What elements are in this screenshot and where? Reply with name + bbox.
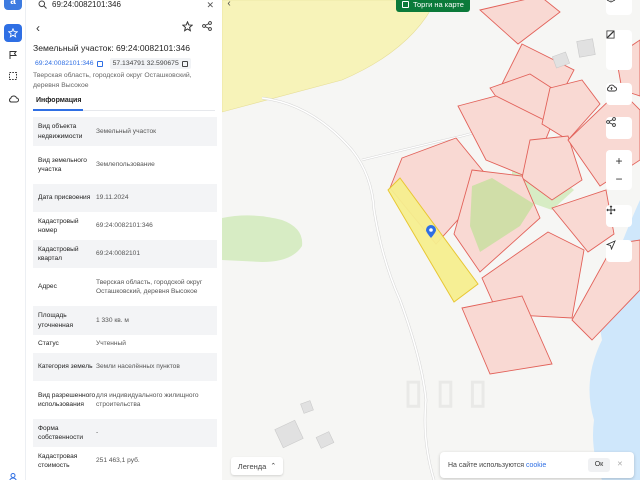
- favorite-star-icon[interactable]: [182, 21, 193, 32]
- favorites-icon[interactable]: [4, 24, 22, 42]
- table-row: Кадастровый квартал 69:24:0082101: [33, 240, 217, 268]
- cookie-text: На сайте используются: [448, 461, 524, 469]
- cookie-banner: На сайте используются cookie Ок ✕: [440, 452, 634, 478]
- row-value: -: [96, 429, 99, 437]
- cookie-link[interactable]: cookie: [526, 462, 546, 469]
- cadastral-number-text: 69:24:0082101:346: [35, 60, 94, 67]
- identifier-chips: 69:24:0082101:346 57.134791 32.590675: [33, 58, 191, 69]
- app-logo-icon[interactable]: a: [4, 0, 22, 10]
- upload-button[interactable]: [606, 83, 632, 105]
- share-icon: [606, 117, 616, 127]
- row-value: Земли населённых пунктов: [96, 363, 180, 371]
- row-value: 69:24:0082101: [96, 250, 141, 258]
- chevron-up-icon: ⌃: [270, 463, 277, 470]
- table-row: Кадастровый номер 69:24:0082101:346: [33, 212, 217, 240]
- collapse-panel-icon[interactable]: ‹: [222, 0, 236, 10]
- torgi-toggle[interactable]: Торги на карте: [396, 0, 470, 12]
- row-key: Статус: [38, 340, 59, 348]
- row-value: Учтенный: [96, 340, 126, 348]
- share-map-button[interactable]: [606, 117, 632, 139]
- table-row: Категория земель Земли населённых пунктов: [33, 353, 217, 381]
- row-key: Категория земель: [38, 363, 93, 371]
- table-row: Вид земельного участка Землепользование: [33, 146, 217, 184]
- close-icon[interactable]: ✕: [617, 460, 623, 468]
- zoom-out-icon[interactable]: −: [615, 173, 622, 185]
- cookie-ok-button[interactable]: Ок: [588, 458, 610, 472]
- row-key: Форма собственности: [38, 424, 84, 442]
- info-table: Вид объекта недвижимости Земельный участо…: [33, 117, 217, 475]
- table-row: Адрес Тверская область, городской округ О…: [33, 268, 217, 306]
- left-rail: a: [0, 0, 26, 480]
- row-value: 251 463,1 руб.: [96, 457, 140, 465]
- table-row: Вид разрешенного использования для индиви…: [33, 381, 217, 419]
- cloud-upload-icon: [607, 84, 617, 92]
- pan-button[interactable]: [606, 205, 632, 227]
- table-row: Вид объекта недвижимости Земельный участо…: [33, 117, 217, 146]
- layers-button[interactable]: [606, 0, 632, 15]
- torgi-label: Торги на карте: [413, 0, 464, 9]
- navigation-arrow-icon: [606, 240, 616, 250]
- copy-icon[interactable]: [96, 60, 103, 67]
- flag-icon[interactable]: [4, 46, 22, 64]
- row-key: Кадастровая стоимость: [38, 452, 78, 470]
- checkbox-icon[interactable]: [402, 0, 409, 8]
- info-panel: 69:24:0082101:346 ✕ ‹ Земельный участок:…: [26, 0, 222, 480]
- cloud-icon[interactable]: [4, 90, 22, 108]
- table-row: Форма собственности -: [33, 419, 217, 447]
- edit-icon[interactable]: [606, 30, 615, 39]
- move-icon: [606, 205, 616, 215]
- coords-chip[interactable]: 57.134791 32.590675: [109, 58, 191, 69]
- row-value: Тверская область, городской округ Осташк…: [96, 278, 203, 296]
- row-value: 69:24:0082101:346: [96, 222, 153, 230]
- zoom-controls[interactable]: + −: [606, 150, 632, 190]
- row-value: 19.11.2024: [96, 194, 129, 202]
- row-value: для индивидуального жилищного строительс…: [96, 391, 199, 409]
- back-icon[interactable]: ‹: [36, 21, 40, 35]
- close-icon[interactable]: ✕: [206, 0, 214, 10]
- row-key: Адрес: [38, 283, 57, 291]
- row-value: Землепользование: [96, 161, 155, 169]
- legend-button[interactable]: Легенда ⌃: [231, 457, 283, 475]
- row-value: Земельный участок: [96, 127, 157, 135]
- row-key: Дата присвоения: [38, 194, 91, 202]
- share-icon[interactable]: [202, 21, 212, 31]
- active-tab-indicator: [33, 109, 83, 111]
- legend-label: Легенда: [237, 461, 267, 471]
- layers-icon: [606, 0, 616, 3]
- tabs-bar: Информация: [33, 94, 215, 111]
- row-key: Вид разрешенного использования: [38, 391, 96, 409]
- row-key: Кадастровый номер: [38, 217, 79, 235]
- user-icon[interactable]: [4, 468, 22, 480]
- zoom-in-icon[interactable]: +: [615, 155, 622, 167]
- geolocate-button[interactable]: [606, 240, 632, 262]
- parcel-title: Земельный участок: 69:24:0082101:346: [33, 43, 191, 53]
- search-icon: [38, 0, 47, 9]
- search-bar[interactable]: 69:24:0082101:346 ✕: [26, 0, 222, 14]
- location-pin-icon[interactable]: [425, 225, 437, 239]
- row-key: Кадастровый квартал: [38, 245, 79, 263]
- row-key: Вид земельного участка: [38, 156, 87, 174]
- cadastral-number-chip[interactable]: 69:24:0082101:346: [33, 58, 105, 69]
- map-view[interactable]: ‹ Торги на карте ▯ ▯ ▯ + − Легенда ⌃ На …: [222, 0, 640, 480]
- table-row: Статус Учтенный: [33, 335, 217, 353]
- table-row: Кадастровая стоимость 251 463,1 руб.: [33, 447, 217, 475]
- row-key: Площадь уточненная: [38, 312, 74, 329]
- row-key: Вид объекта недвижимости: [38, 123, 83, 140]
- table-row: Площадь уточненная 1 330 кв. м: [33, 306, 217, 335]
- watermark: ▯ ▯ ▯: [404, 373, 490, 411]
- search-input[interactable]: 69:24:0082101:346: [52, 0, 121, 10]
- coords-text: 57.134791 32.590675: [112, 60, 179, 67]
- select-area-icon[interactable]: [4, 67, 22, 85]
- parcel-address: Тверская область, городской округ Осташк…: [33, 72, 192, 89]
- copy-icon[interactable]: [181, 60, 188, 67]
- row-value: 1 330 кв. м: [96, 316, 129, 324]
- table-row: Дата присвоения 19.11.2024: [33, 184, 217, 212]
- tab-information[interactable]: Информация: [36, 97, 81, 104]
- draw-tools[interactable]: [606, 30, 632, 70]
